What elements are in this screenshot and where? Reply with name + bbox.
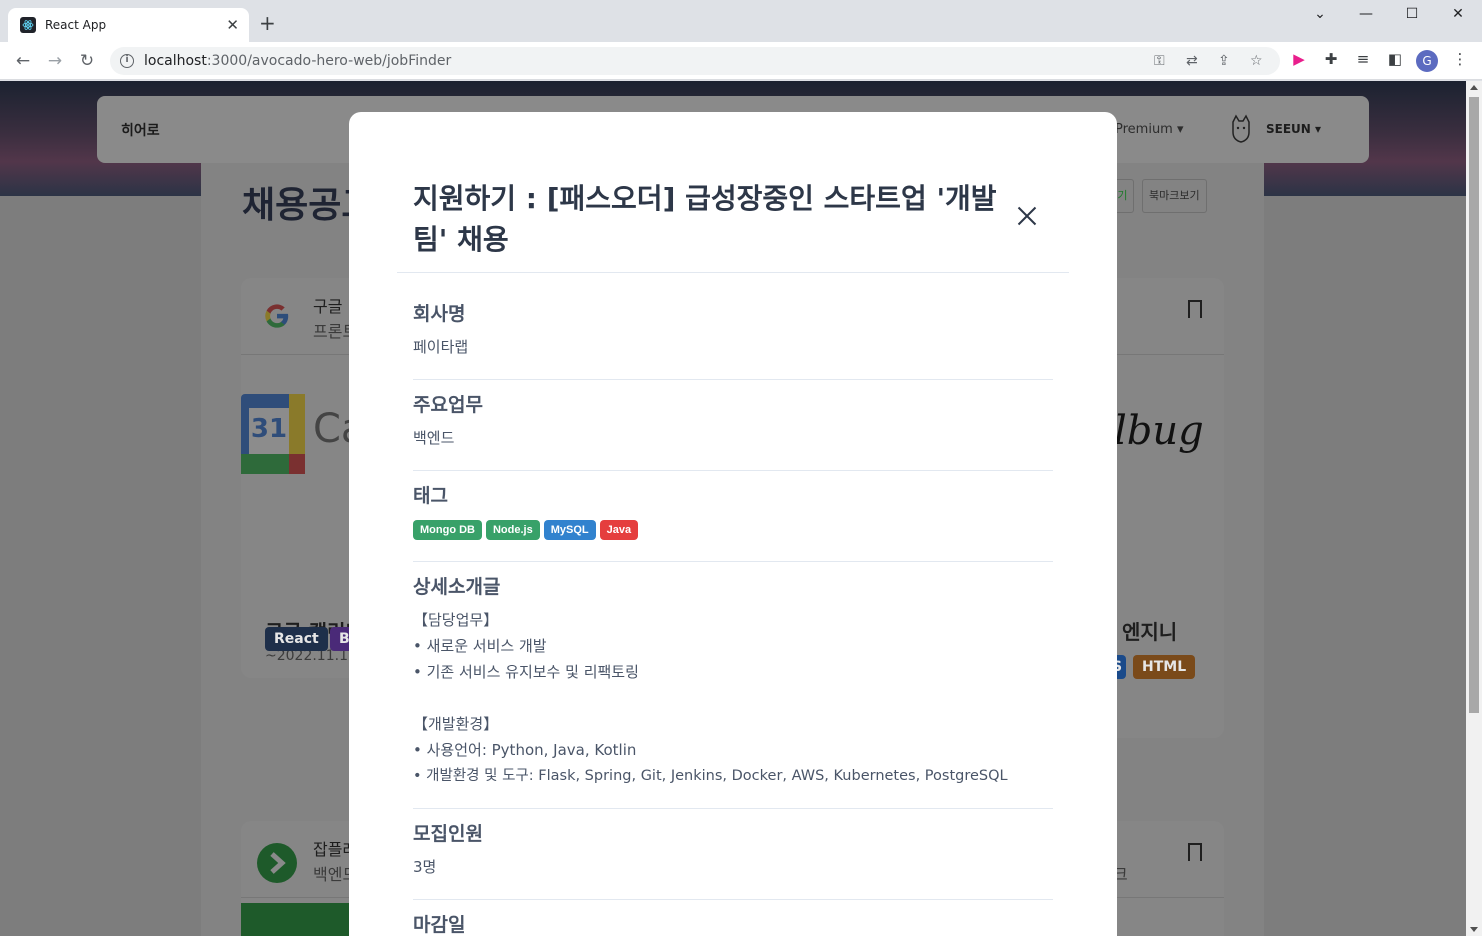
share-icon[interactable]: ⇪ (1218, 53, 1230, 69)
company-section: 회사명 페이타랩 (413, 302, 1053, 358)
browser-tab-bar: React App ✕ + ⌄ — ☐ ✕ (0, 0, 1482, 42)
calendar-day: 31 (250, 414, 288, 444)
calendar-logo-icon: 31 (241, 394, 305, 474)
maximize-icon[interactable]: ☐ (1400, 6, 1424, 26)
browser-toolbar: ← → ↻ i localhost:3000/avocado-hero-web/… (0, 42, 1482, 80)
bookmark-star-icon[interactable]: ☆ (1250, 53, 1263, 69)
back-icon[interactable]: ← (12, 50, 34, 72)
media-control-icon[interactable]: ≡ (1353, 50, 1373, 68)
address-bar[interactable]: i localhost:3000/avocado-hero-web/jobFin… (110, 47, 1280, 75)
forward-icon[interactable]: → (44, 50, 66, 72)
url-path: :3000/avocado-hero-web/jobFinder (206, 53, 452, 69)
browser-tab[interactable]: React App ✕ (8, 8, 249, 42)
nav-premium-menu[interactable]: Premium ▾ (1115, 122, 1184, 137)
card-job-title: 엔지니 (1122, 620, 1178, 644)
nav-user-menu[interactable]: SEEUN ▾ (1266, 122, 1321, 136)
detail-line: • 사용언어: Python, Java, Kotlin (413, 741, 637, 759)
translate-icon[interactable]: ⇄ (1186, 53, 1198, 69)
tab-close-icon[interactable]: ✕ (226, 16, 239, 34)
scroll-down-icon[interactable] (1470, 927, 1478, 932)
tag-mongodb: Mongo DB (413, 520, 482, 540)
tag-nodejs: Node.js (485, 520, 540, 540)
play-extension-icon[interactable]: ▶ (1289, 50, 1309, 68)
scroll-up-icon[interactable] (1470, 85, 1478, 90)
headcount-label: 모집인원 (413, 823, 483, 845)
detail-line: • 기존 서비스 유지보수 및 리팩토링 (413, 663, 639, 681)
tag-list: Mongo DB Node.js MySQL Java (413, 520, 1053, 540)
password-key-icon[interactable]: ⚿ (1154, 53, 1165, 69)
nav-premium-label: Premium (1115, 122, 1173, 137)
detail-line: • 새로운 서비스 개발 (413, 637, 547, 655)
close-icon[interactable] (1016, 205, 1038, 227)
card-banner (241, 903, 351, 936)
menu-kebab-icon[interactable]: ⋮ (1450, 50, 1470, 68)
company-value: 페이타랩 (413, 338, 469, 356)
nav-brand[interactable]: 히어로 (121, 120, 160, 140)
tags-section: 태그 Mongo DB Node.js MySQL Java (413, 484, 1053, 540)
tab-title: React App (45, 18, 107, 32)
page-scrollbar[interactable] (1466, 81, 1482, 936)
detail-line: 【담당업무】 (413, 611, 499, 629)
nav-user-name: SEEUN (1266, 122, 1311, 136)
headcount-section: 모집인원 3명 (413, 822, 1053, 878)
bookmark-icon[interactable] (1188, 300, 1202, 322)
url-host: localhost (144, 53, 207, 69)
duty-value: 백엔드 (413, 429, 455, 447)
view-bookmarks-button[interactable]: 북마크보기 (1142, 179, 1207, 213)
headcount-value: 3명 (413, 858, 437, 876)
minimize-icon[interactable]: — (1354, 6, 1378, 26)
detail-line: 【개발환경】 (413, 715, 499, 733)
deadline-label: 마감일 (413, 914, 466, 936)
profile-avatar[interactable]: G (1416, 50, 1438, 72)
extensions-icon[interactable]: ✚ (1321, 50, 1341, 68)
section-divider (413, 379, 1053, 380)
scrollbar-thumb[interactable] (1469, 97, 1479, 713)
react-favicon-icon (20, 17, 36, 33)
section-divider (413, 808, 1053, 809)
duty-label: 주요업무 (413, 394, 483, 416)
tag-mysql: MySQL (543, 520, 596, 540)
bookmark-icon[interactable] (1188, 843, 1202, 865)
modal-header-divider (397, 272, 1069, 273)
user-avatar-icon[interactable] (1229, 114, 1253, 146)
detail-line: • 개발환경 및 도구: Flask, Spring, Git, Jenkins… (413, 768, 1008, 784)
apply-modal: 지원하기 : [패스오더] 급성장중인 스타트업 '개발팀' 채용 회사명 페이… (349, 112, 1117, 936)
card-chip-html: HTML (1133, 655, 1196, 679)
duty-section: 주요업무 백엔드 (413, 393, 1053, 449)
section-divider (413, 470, 1053, 471)
jobplanet-logo-icon (257, 843, 297, 883)
detail-text: 【담당업무】 • 새로운 서비스 개발 • 기존 서비스 유지보수 및 리팩토링… (413, 607, 1053, 789)
side-panel-icon[interactable]: ◧ (1385, 50, 1405, 68)
card-company: 구글 (313, 297, 343, 316)
company-wordmark: lbug (1114, 408, 1204, 454)
tab-search-icon[interactable]: ⌄ (1308, 6, 1332, 26)
detail-label: 상세소개글 (413, 576, 501, 598)
tags-label: 태그 (413, 485, 448, 507)
close-window-icon[interactable]: ✕ (1446, 6, 1470, 26)
company-label: 회사명 (413, 303, 466, 325)
section-divider (413, 899, 1053, 900)
tag-java: Java (599, 520, 639, 540)
deadline-section: 마감일 (413, 913, 1053, 936)
detail-line-blank (413, 685, 1053, 711)
modal-title: 지원하기 : [패스오더] 급성장중인 스타트업 '개발팀' 채용 (413, 182, 997, 256)
section-divider (413, 561, 1053, 562)
page-viewport: 히어로 Premium ▾ SEEUN ▾ 채용공고 전체보기 북마크보기 구글… (0, 81, 1466, 936)
detail-section: 상세소개글 【담당업무】 • 새로운 서비스 개발 • 기존 서비스 유지보수 … (413, 575, 1053, 789)
card-chip-react: React (265, 627, 328, 651)
site-info-icon[interactable]: i (120, 54, 134, 68)
reload-icon[interactable]: ↻ (76, 50, 98, 72)
new-tab-button[interactable]: + (259, 13, 276, 33)
google-logo-icon (265, 304, 289, 328)
